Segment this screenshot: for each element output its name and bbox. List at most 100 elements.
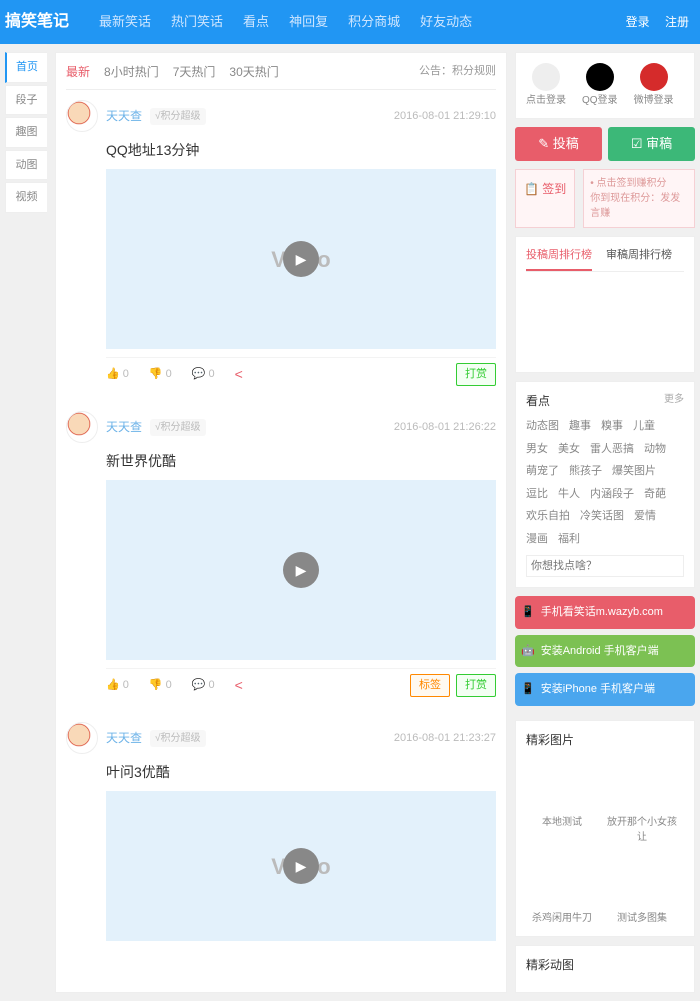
cat-tab-duanzi[interactable]: 段子 <box>5 85 47 116</box>
like-button[interactable]: 👍 0 <box>106 366 129 383</box>
more-link[interactable]: 更多 <box>664 392 684 410</box>
post: 天天查 √积分超级 2016-08-01 21:29:10 QQ地址13分钟 V… <box>66 100 496 391</box>
sort-newest[interactable]: 最新 <box>66 63 90 81</box>
dislike-button[interactable]: 👎 0 <box>149 366 172 383</box>
comment-button[interactable]: 💬 0 <box>192 677 215 694</box>
nav-item[interactable]: 热门笑话 <box>161 12 233 32</box>
nav-item[interactable]: 积分商城 <box>338 12 410 32</box>
main-nav: 最新笑话 热门笑话 看点 神回复 积分商城 好友动态 <box>89 12 482 32</box>
cat-tab-dongtu[interactable]: 动图 <box>5 150 47 181</box>
play-icon[interactable]: ▶ <box>283 241 319 277</box>
nav-item[interactable]: 神回复 <box>279 12 338 32</box>
tag-link[interactable]: 爱情 <box>634 508 656 525</box>
sort-7d[interactable]: 7天热门 <box>173 63 216 81</box>
signin-button[interactable]: 📋 签到 <box>515 169 575 228</box>
logo[interactable]: 搞笑笔记 <box>5 10 69 34</box>
post: 天天查 √积分超级 2016-08-01 21:26:22 新世界优酷 ▶ 👍 … <box>66 411 496 702</box>
pic-item[interactable]: 杀鸡闲用牛刀 <box>526 853 598 926</box>
tag-link[interactable]: 爆笑图片 <box>612 463 656 480</box>
reward-button[interactable]: 打赏 <box>456 363 496 386</box>
post-title[interactable]: 叶问3优酷 <box>106 762 496 783</box>
post-actions: 👍 0 👎 0 💬 0 < 打赏 <box>106 357 496 391</box>
avatar[interactable] <box>66 722 98 754</box>
mobile-site-button[interactable]: 📱 手机看笑话m.wazyb.com <box>515 596 695 629</box>
tag-link[interactable]: 内涵段子 <box>590 486 634 503</box>
cat-tab-video[interactable]: 视频 <box>5 182 47 213</box>
tag-link[interactable]: 福利 <box>558 531 580 548</box>
sort-8h[interactable]: 8小时热门 <box>104 63 159 81</box>
tag-link[interactable]: 趣事 <box>569 418 591 435</box>
sort-tabs: 最新 8小时热门 7天热门 30天热门 公告：积分规则 <box>66 63 496 90</box>
post-title[interactable]: QQ地址13分钟 <box>106 140 496 161</box>
tag-button[interactable]: 标签 <box>410 674 450 697</box>
post-time: 2016-08-01 21:26:22 <box>394 419 496 436</box>
tag-link[interactable]: 糗事 <box>601 418 623 435</box>
qq-login[interactable]: QQ登录 <box>582 63 618 108</box>
rank-tab-review[interactable]: 审稿周排行榜 <box>606 247 672 272</box>
post-title[interactable]: 新世界优酷 <box>106 451 496 472</box>
android-app-button[interactable]: 🤖 安装Android 手机客户端 <box>515 635 695 668</box>
avatar[interactable] <box>66 100 98 132</box>
tag-link[interactable]: 漫画 <box>526 531 548 548</box>
topbar: 搞笑笔记 最新笑话 热门笑话 看点 神回复 积分商城 好友动态 登录 注册 <box>0 0 700 44</box>
tag-link[interactable]: 奇葩 <box>644 486 666 503</box>
sort-30d[interactable]: 30天热门 <box>229 63 278 81</box>
reward-button[interactable]: 打赏 <box>456 674 496 697</box>
login-card: 点击登录 QQ登录 微博登录 <box>515 52 695 119</box>
announcement[interactable]: 公告：积分规则 <box>419 63 496 80</box>
tag-link[interactable]: 冷笑话图 <box>580 508 624 525</box>
like-button[interactable]: 👍 0 <box>106 677 129 694</box>
cat-tab-home[interactable]: 首页 <box>5 52 47 83</box>
avatar[interactable] <box>66 411 98 443</box>
tag-link[interactable]: 美女 <box>558 441 580 458</box>
iphone-app-button[interactable]: 📱 安装iPhone 手机客户端 <box>515 673 695 706</box>
author-badge: √积分超级 <box>150 730 206 747</box>
app-card: 📱 手机看笑话m.wazyb.com 🤖 安装Android 手机客户端 📱 安… <box>515 596 695 712</box>
gif-card: 精彩动图 <box>515 945 695 993</box>
tag-link[interactable]: 逗比 <box>526 486 548 503</box>
tag-link[interactable]: 动物 <box>644 441 666 458</box>
tag-link[interactable]: 动态图 <box>526 418 559 435</box>
nav-item[interactable]: 最新笑话 <box>89 12 161 32</box>
signin-info: • 点击签到赚积分 你到现在积分：发发言赚 <box>583 169 695 228</box>
video-player[interactable]: ▶ <box>106 480 496 660</box>
rank-tab-post[interactable]: 投稿周排行榜 <box>526 247 592 272</box>
author-name[interactable]: 天天查 <box>106 418 142 436</box>
main-column: 最新 8小时热门 7天热门 30天热门 公告：积分规则 天天查 √积分超级 20… <box>55 52 507 993</box>
pic-item[interactable]: 测试多图集 <box>606 853 678 926</box>
register-link[interactable]: 注册 <box>659 15 695 29</box>
tag-link[interactable]: 雷人恶搞 <box>590 441 634 458</box>
pic-item[interactable]: 本地测试 <box>526 757 598 845</box>
author-name[interactable]: 天天查 <box>106 107 142 125</box>
search-input[interactable] <box>526 555 684 577</box>
tag-link[interactable]: 欢乐自拍 <box>526 508 570 525</box>
rank-body <box>526 272 684 362</box>
video-player[interactable]: Video ▶ <box>106 169 496 349</box>
weibo-login[interactable]: 微博登录 <box>634 63 674 108</box>
tag-link[interactable]: 男女 <box>526 441 548 458</box>
tag-link[interactable]: 牛人 <box>558 486 580 503</box>
tag-link[interactable]: 儿童 <box>633 418 655 435</box>
section-title: 精彩图片 <box>526 731 574 749</box>
submit-button[interactable]: ✎ 投稿 <box>515 127 602 161</box>
share-icon[interactable]: < <box>235 675 243 696</box>
video-player[interactable]: Video ▶ <box>106 791 496 941</box>
login-link[interactable]: 登录 <box>620 15 656 29</box>
nav-item[interactable]: 看点 <box>233 12 279 32</box>
dislike-button[interactable]: 👎 0 <box>149 677 172 694</box>
author-name[interactable]: 天天查 <box>106 729 142 747</box>
pic-item[interactable]: 放开那个小女孩让 <box>606 757 678 845</box>
tag-link[interactable]: 萌宠了 <box>526 463 559 480</box>
review-button[interactable]: ☑ 审稿 <box>608 127 695 161</box>
nav-item[interactable]: 好友动态 <box>410 12 482 32</box>
category-tabs: 首页 段子 趣图 动图 视频 <box>5 52 47 993</box>
play-icon[interactable]: ▶ <box>283 848 319 884</box>
share-icon[interactable]: < <box>235 364 243 385</box>
comment-button[interactable]: 💬 0 <box>192 366 215 383</box>
tag-link[interactable]: 熊孩子 <box>569 463 602 480</box>
play-icon[interactable]: ▶ <box>283 552 319 588</box>
post: 天天查 √积分超级 2016-08-01 21:23:27 叶问3优酷 Vide… <box>66 722 496 941</box>
cat-tab-qutu[interactable]: 趣图 <box>5 117 47 148</box>
signin-card: 📋 签到 • 点击签到赚积分 你到现在积分：发发言赚 <box>515 169 695 228</box>
click-login[interactable]: 点击登录 <box>526 63 566 108</box>
